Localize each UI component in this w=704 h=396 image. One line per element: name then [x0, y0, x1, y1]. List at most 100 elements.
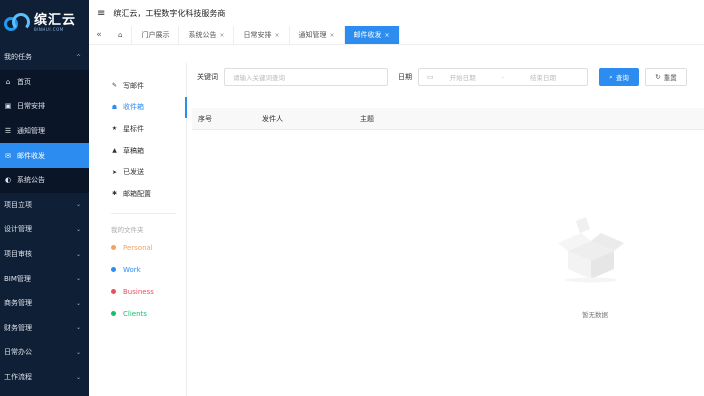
sidebar-item[interactable]: 日常办公 ⌄ — [0, 340, 89, 365]
mail-nav-icon: ✎ — [111, 82, 118, 90]
folder-item[interactable]: Clients — [89, 303, 186, 325]
logo-icon — [4, 12, 30, 33]
collapse-tabs-icon[interactable]: « — [89, 30, 109, 40]
folder-item[interactable]: Business — [89, 281, 186, 303]
sidebar-item-icon: ◐ — [4, 176, 12, 185]
mail-nav-label: 星标件 — [123, 124, 144, 133]
tab-label: 日常安排 — [243, 31, 272, 39]
sidebar-item-label: 设计管理 — [4, 225, 32, 234]
chevron-icon: ⌄ — [75, 348, 81, 356]
reset-button[interactable]: ↻ 重置 — [645, 68, 687, 86]
mail-nav-icon: ✱ — [111, 190, 118, 198]
date-end: 结束日期 — [529, 74, 556, 82]
mail-nav-item[interactable]: ★ 星标件 — [89, 118, 186, 140]
tab-label: 系统公告 — [188, 31, 217, 39]
folder-label: Business — [123, 287, 154, 296]
mail-nav-item[interactable]: ➤ 已发送 — [89, 161, 186, 183]
sidebar-item[interactable]: ⌂ 首页 — [0, 69, 89, 95]
mail-nav-icon: ★ — [111, 125, 118, 133]
date-start: 开始日期 — [449, 74, 476, 82]
mail-nav-label: 邮箱配置 — [123, 189, 151, 198]
sidebar-item-label: 日常安排 — [17, 102, 45, 111]
logo-title: 缤汇云 — [34, 12, 77, 28]
mail-nav-label: 写邮件 — [123, 81, 144, 90]
sidebar: 缤汇云 BINHUI.COM 我的任务 ^ ⌂ 首页 ▣ 日常安排 ☰ 通知管理 ✉ 邮件收发 ◐ 系… — [0, 0, 89, 396]
sidebar-item[interactable]: 我的任务 ^ — [0, 45, 89, 70]
sidebar-item-label: 通知管理 — [17, 127, 45, 136]
sidebar-item[interactable]: 商务管理 ⌄ — [0, 291, 89, 316]
sidebar-item[interactable]: 项目审核 ⌄ — [0, 242, 89, 267]
folder-label: Personal — [123, 243, 153, 252]
close-icon[interactable]: × — [385, 32, 390, 39]
chevron-icon: ⌄ — [75, 225, 81, 233]
tab-label: 门户展示 — [141, 31, 170, 39]
sidebar-item-label: 商务管理 — [4, 299, 32, 308]
top-header: ≡ 缤汇云，工程数字化科技服务商 « ⌂ 门户展示 系统公告 × 日常安排 × 通知管理 ×… — [89, 0, 704, 45]
sidebar-item-label: 工作流程 — [4, 373, 32, 382]
chevron-icon: ⌄ — [75, 201, 81, 209]
column-header[interactable]: 序号 — [192, 114, 262, 124]
folder-dot-icon — [111, 267, 116, 273]
folder-dot-icon — [111, 311, 116, 317]
search-button-label: 查询 — [615, 74, 629, 82]
reset-button-label: 重置 — [663, 74, 677, 82]
mail-nav-icon: ☗ — [111, 103, 118, 111]
date-separator: - — [501, 73, 504, 81]
sidebar-item[interactable]: 设计管理 ⌄ — [0, 217, 89, 242]
sidebar-item[interactable]: ☰ 通知管理 — [0, 118, 89, 144]
tab-label: 通知管理 — [298, 31, 327, 39]
sidebar-item-label: 首页 — [17, 77, 31, 86]
mail-nav-item[interactable]: ✎ 写邮件 — [89, 75, 186, 97]
folder-label: Clients — [123, 309, 147, 318]
sidebar-item[interactable]: ▣ 日常安排 — [0, 94, 89, 119]
mail-nav-label: 已发送 — [123, 168, 144, 177]
sidebar-item-label: BIM管理 — [4, 274, 31, 283]
sidebar-item-label: 项目立项 — [4, 200, 32, 209]
tab[interactable]: 门户展示 — [132, 26, 180, 44]
mail-nav-label: 草稿箱 — [123, 146, 144, 155]
tab[interactable]: 通知管理 × — [290, 26, 345, 44]
mail-divider — [111, 212, 176, 214]
mail-nav-label: 收件箱 — [123, 103, 144, 112]
tab[interactable]: 日常安排 × — [234, 26, 290, 44]
chevron-icon: ⌄ — [75, 275, 81, 283]
table-header: 序号 发件人 主题 — [192, 108, 704, 130]
search-icon: ⌕ — [609, 72, 613, 81]
menu-icon[interactable]: ≡ — [97, 8, 105, 19]
date-range-input[interactable]: ▭ 开始日期 - 结束日期 — [418, 68, 588, 86]
reset-icon: ↻ — [655, 73, 661, 81]
chevron-icon: ⌄ — [75, 324, 81, 332]
sidebar-item-label: 日常办公 — [4, 348, 32, 357]
keyword-placeholder: 请输入关键词查询 — [233, 74, 285, 82]
close-icon[interactable]: × — [219, 32, 224, 39]
search-button[interactable]: ⌕ 查询 — [599, 68, 639, 86]
keyword-input[interactable]: 请输入关键词查询 — [224, 68, 388, 86]
column-header[interactable]: 主题 — [360, 114, 460, 124]
main-content: 关键词 请输入关键词查询 日期 ▭ 开始日期 - 结束日期 ⌕ 查询 ↻ 重置 … — [188, 63, 704, 396]
filter-bar: 关键词 请输入关键词查询 日期 ▭ 开始日期 - 结束日期 ⌕ 查询 ↻ 重置 — [188, 63, 704, 91]
sidebar-item[interactable]: 项目立项 ⌄ — [0, 193, 89, 218]
folder-item[interactable]: Personal — [89, 237, 186, 259]
sidebar-item[interactable]: ✉ 邮件收发 — [0, 143, 89, 168]
sidebar-item[interactable]: 工作流程 ⌄ — [0, 365, 89, 390]
sidebar-item-label: 财务管理 — [4, 323, 32, 332]
column-header[interactable]: 发件人 — [262, 114, 360, 124]
close-icon[interactable]: × — [330, 32, 335, 39]
mail-nav-icon: ➤ — [111, 168, 118, 176]
mail-nav-icon: ▲ — [112, 147, 117, 155]
folder-title: 我的文件夹 — [111, 225, 144, 234]
close-icon[interactable]: × — [274, 32, 279, 39]
tab[interactable]: 系统公告 × — [179, 26, 235, 44]
sidebar-item[interactable]: 财务管理 ⌄ — [0, 316, 89, 341]
folder-item[interactable]: Work — [89, 259, 186, 281]
mail-nav-item[interactable]: ☗ 收件箱 — [89, 96, 187, 119]
tab-home[interactable]: ⌂ — [109, 26, 133, 44]
tab-bar: « ⌂ 门户展示 系统公告 × 日常安排 × 通知管理 × 邮件收发 × — [89, 26, 704, 44]
tab-label: 邮件收发 — [353, 31, 382, 39]
empty-state-illustration — [556, 213, 626, 285]
tab[interactable]: 邮件收发 × — [344, 26, 400, 44]
sidebar-item[interactable]: ◐ 系统公告 — [0, 167, 89, 193]
mail-nav-item[interactable]: ▲ 草稿箱 — [89, 140, 186, 162]
mail-nav-item[interactable]: ✱ 邮箱配置 — [89, 183, 186, 205]
sidebar-item[interactable]: BIM管理 ⌄ — [0, 266, 89, 291]
